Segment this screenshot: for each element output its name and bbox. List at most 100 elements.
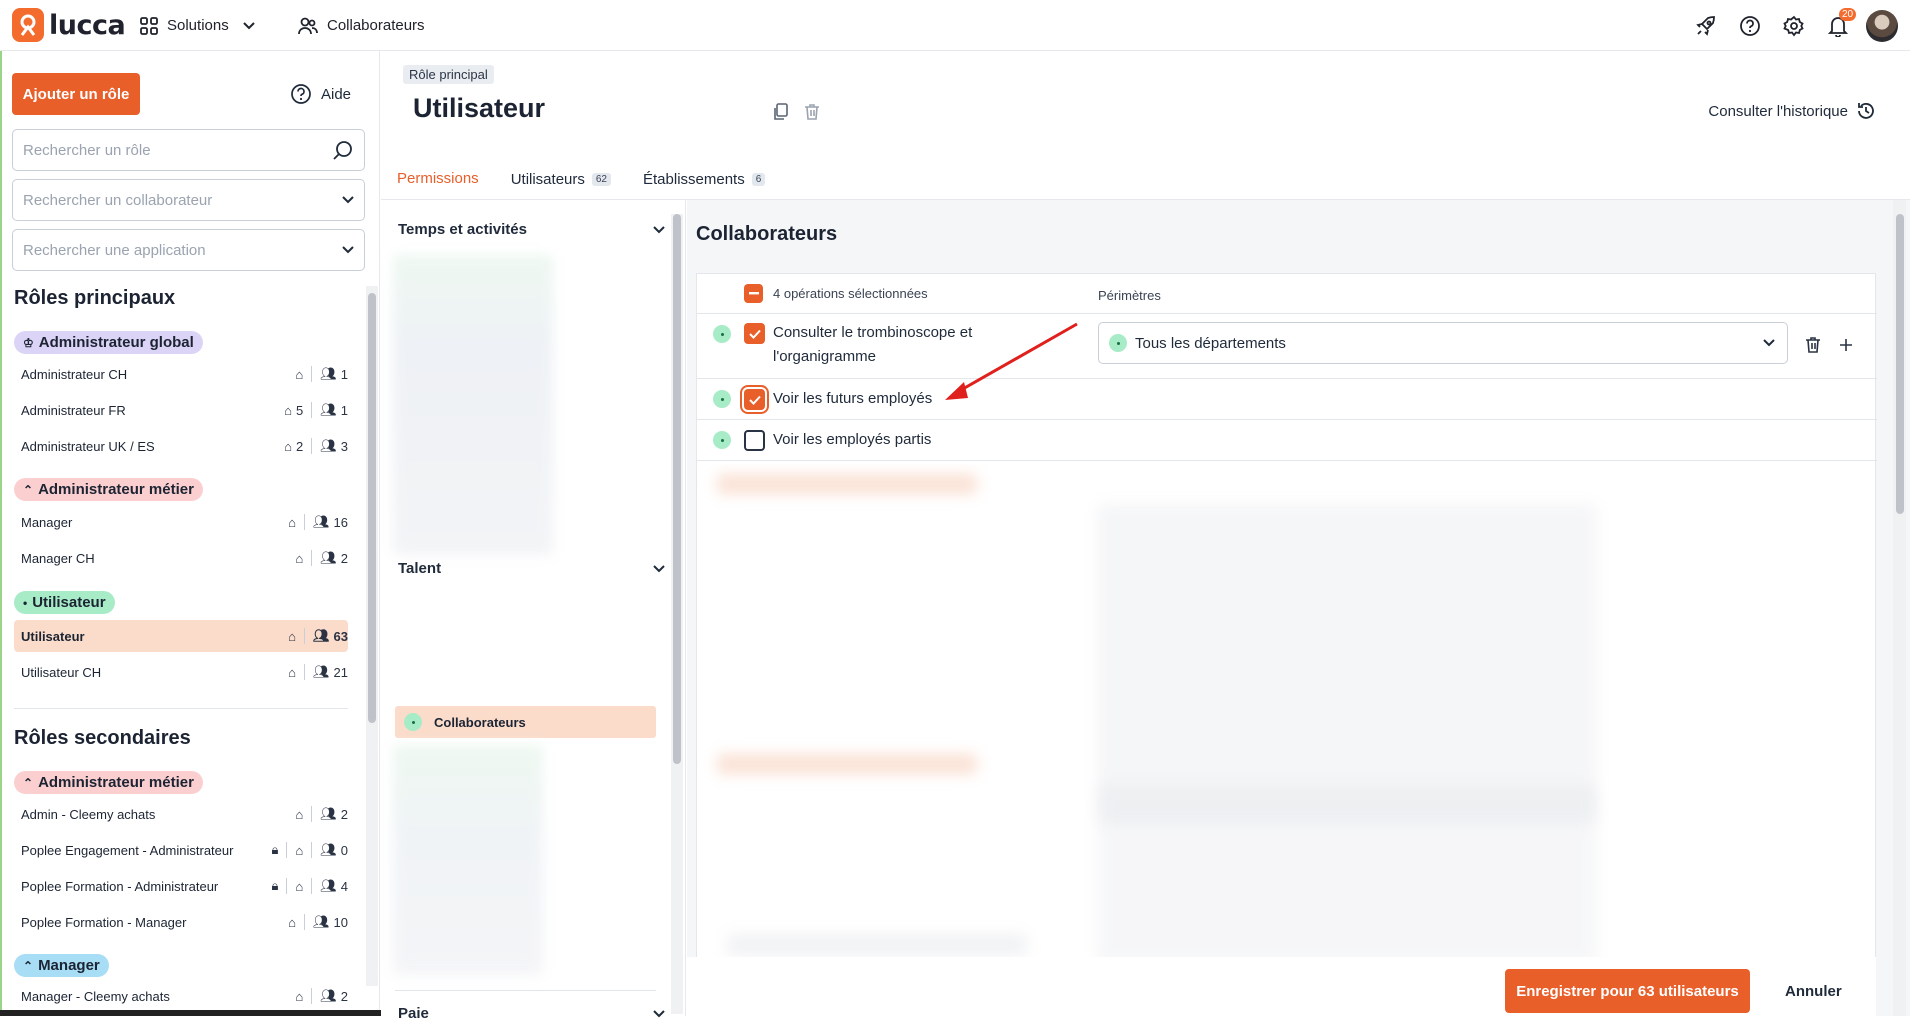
sidebar-scrollbar[interactable] [366,286,378,986]
nav-collaborateurs[interactable]: Collaborateurs [298,0,425,51]
home-icon: ⌂ [295,842,304,858]
category-scrollbar[interactable] [671,214,683,1014]
history-icon [1858,103,1874,119]
group-pill-admin-global: ♔ Administrateur global [14,331,203,354]
role-item[interactable]: Administrateur UK / ES ⌂ 2 👥︎ 3 [14,430,348,462]
duplicate-icon[interactable] [773,103,789,121]
role-count: 2 [340,988,348,1004]
home-icon: ⌂ [288,514,297,530]
lock-icon: 🔒︎ [271,878,279,893]
role-count: 2 [340,806,348,822]
lucca-logo[interactable]: lucca [12,8,126,42]
trash-icon[interactable] [1805,336,1821,354]
category-time[interactable]: Temps et activités [398,221,665,238]
annotation-arrow [945,322,1078,400]
notification-bell[interactable]: 20 [1816,0,1860,51]
scrollbar-thumb[interactable] [673,214,681,764]
form-footer: Enregistrer pour 63 utilisateurs Annuler [687,957,1876,1016]
operation-checkbox[interactable] [744,323,765,344]
role-count: 3 [340,438,348,454]
status-dot [404,713,422,731]
tab-count: 62 [591,172,611,186]
role-item[interactable]: Poplee Formation - Manager ⌂ 👥︎ 10 [14,906,348,938]
chevron-down-icon [243,21,255,29]
role-meta: ⌂ 👥︎ 63 [288,628,348,644]
avatar[interactable] [1866,9,1898,42]
category-talent[interactable]: Talent [398,560,665,577]
help-icon[interactable] [1728,0,1772,51]
tab-etablissements[interactable]: Établissements 6 [643,157,766,201]
permissions-scrollbar[interactable] [1893,200,1906,1016]
grid-icon [140,16,158,35]
rocket-icon[interactable] [1684,0,1728,51]
divider [14,708,348,709]
role-name: Poplee Formation - Manager [21,914,187,930]
role-meta: 🔒︎ ⌂ 👥︎ 0 [271,842,348,858]
role-name: Manager [21,514,73,530]
home-icon: ⌂ [295,806,304,822]
divider [395,990,656,991]
search-role-input[interactable]: Rechercher un rôle [12,129,365,171]
role-meta: ⌂ 👥︎ 21 [288,664,348,680]
cancel-button[interactable]: Annuler [1785,969,1842,1013]
help-link[interactable]: Aide [290,73,351,115]
permissions-card: 4 opérations sélectionnées Périmètres Co… [696,273,1877,1016]
role-item[interactable]: Manager ⌂ 👥︎ 16 [14,506,348,538]
role-item[interactable]: Manager - Cleemy achats ⌂ 👥︎ 2 [14,980,348,1012]
check-icon [748,395,761,405]
role-item[interactable]: Poplee Engagement - Administrateur 🔒︎ ⌂ 👥︎… [14,834,348,866]
role-count: 10 [333,914,348,930]
role-meta: ⌂ 👥︎ 1 [295,366,348,382]
scrollbar-thumb[interactable] [368,293,376,723]
save-button[interactable]: Enregistrer pour 63 utilisateurs [1505,969,1750,1013]
secondary-roles-title: Rôles secondaires [14,727,191,749]
add-role-button[interactable]: Ajouter un rôle [12,73,140,115]
notification-badge: 20 [1839,8,1857,21]
role-item[interactable]: Manager CH ⌂ 👥︎ 2 [14,542,348,574]
category-item-active[interactable]: Collaborateurs [395,706,656,738]
chevron-down-icon [342,196,354,204]
operation-checkbox[interactable] [744,430,765,451]
role-item[interactable]: Administrateur CH ⌂ 👥︎ 1 [14,358,348,390]
nav-solutions[interactable]: Solutions [140,0,264,51]
plus-icon[interactable] [1839,338,1853,352]
history-link[interactable]: Consulter l'historique [1708,101,1876,121]
page-title: Utilisateur [413,93,546,123]
search-app-select[interactable]: Rechercher une application [12,229,365,271]
search-role-placeholder: Rechercher un rôle [23,141,151,159]
search-employee-select[interactable]: Rechercher un collaborateur [12,179,365,221]
role-name: Administrateur FR [21,402,126,418]
permission-row: Voir les futurs employés [697,379,1877,420]
tab-permissions[interactable]: Permissions [397,157,479,201]
gear-icon[interactable] [1772,0,1816,51]
select-all-checkbox[interactable] [744,284,763,303]
top-icons: 20 [1684,0,1910,51]
tab-utilisateurs[interactable]: Utilisateurs 62 [511,157,611,201]
role-item[interactable]: Administrateur FR ⌂ 5 👥︎ 1 [14,394,348,426]
role-meta: ⌂ 👥︎ 2 [295,988,348,1004]
group-label: Administrateur métier [38,774,194,791]
chevron-down-icon [653,564,665,572]
scope-select[interactable]: Tous les départements [1098,322,1788,364]
group-pill-utilisateur: • Utilisateur [14,591,115,614]
dot-icon: • [23,595,28,610]
selected-ops-label: 4 opérations sélectionnées [773,286,928,301]
group-pill-admin-metier-secondary: ⌃ Administrateur métier [14,771,203,794]
scrollbar-thumb[interactable] [1896,214,1904,514]
home-icon: ⌂ [295,878,304,894]
permissions-header-row: 4 opérations sélectionnées Périmètres [697,274,1877,314]
users-icon: 👥︎ [320,842,337,857]
users-icon: 👥︎ [313,514,330,529]
operation-checkbox[interactable] [744,389,765,410]
role-item[interactable]: Utilisateur CH ⌂ 👥︎ 21 [14,656,348,688]
role-item-active[interactable]: Utilisateur ⌂ 👥︎ 63 [14,620,348,652]
role-item[interactable]: Poplee Formation - Administrateur 🔒︎ ⌂ 👥︎ 4 [14,870,348,902]
role-item[interactable]: Admin - Cleemy achats ⌂ 👥︎ 2 [14,798,348,830]
category-pay[interactable]: Paie [398,1005,665,1022]
permissions-panel: Collaborateurs 4 opérations sélectionnée… [687,200,1910,1016]
role-name: Poplee Formation - Administrateur [21,878,219,894]
help-icon [291,84,311,104]
role-count: 2 [340,550,348,566]
role-count: 4 [340,878,348,894]
trash-icon[interactable] [804,103,820,121]
